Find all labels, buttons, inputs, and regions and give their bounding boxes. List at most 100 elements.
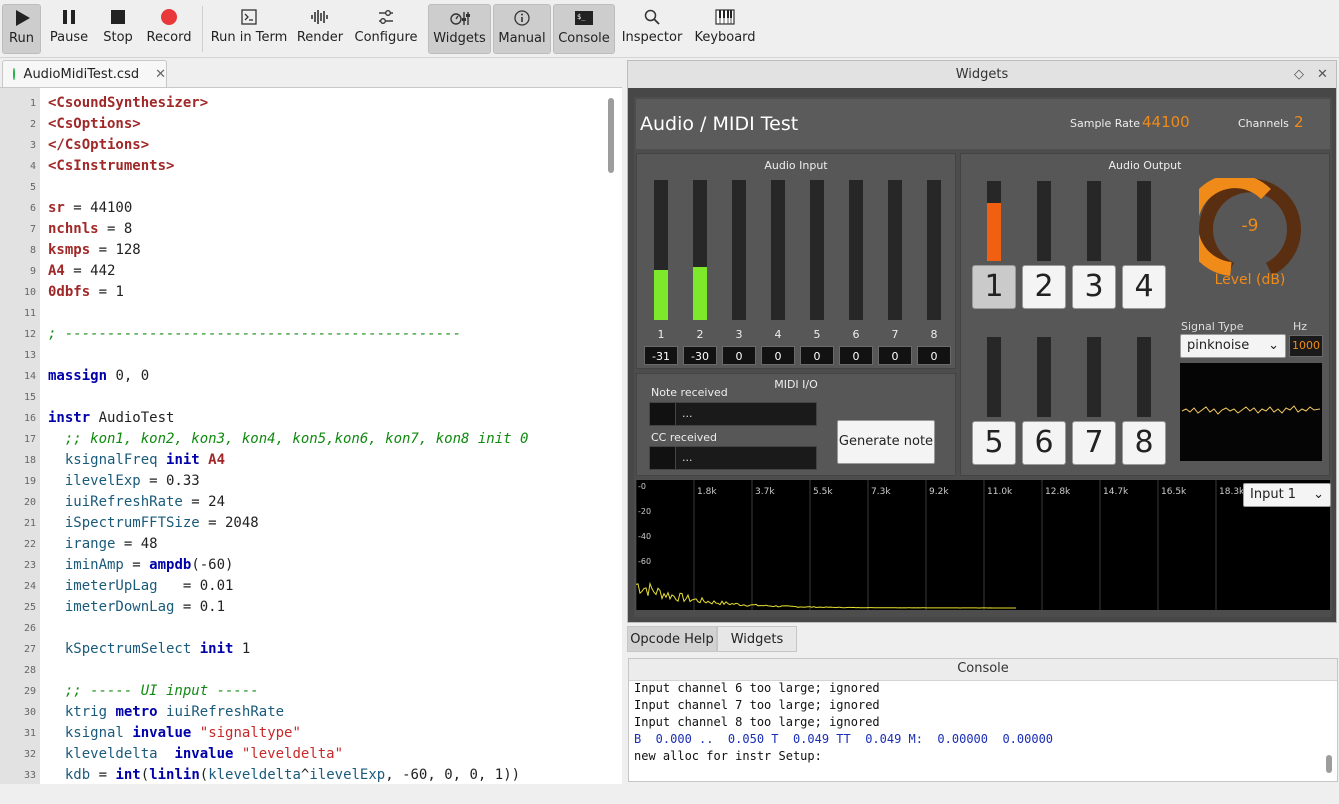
line-number: 23 [23,560,36,571]
line-number: 18 [23,455,36,466]
run-button[interactable]: Run [2,4,41,54]
output-meter [1137,181,1151,261]
pause-icon [48,4,90,30]
terminal-icon [212,4,286,30]
output-channel-button[interactable]: 2 [1022,265,1066,309]
input-channel-label: 5 [813,328,821,341]
input-level-value: -30 [683,346,717,365]
tab-widgets[interactable]: Widgets [717,626,797,652]
code-line: sr = 44100 [48,200,133,216]
code-line: ilevelExp = 0.33 [64,473,200,489]
code-editor[interactable]: 1 2 3 4 5 6 7 8 9 10 11 12 13 14 15 16 17 18 19 20 21 22 23 24 2… [0,87,622,784]
input-level-value: 0 [839,346,873,365]
inspector-button[interactable]: Inspector [622,4,682,54]
output-channel-button[interactable]: 8 [1122,421,1166,465]
console-panel: Console Input channel 6 too large; ignor… [628,658,1338,782]
level-dial-label: Level (dB) [1214,272,1286,288]
piano-keyboard-icon [694,4,756,30]
output-channel-button[interactable]: 3 [1072,265,1116,309]
input-level-value: 0 [878,346,912,365]
code-line: ksmps = 128 [48,242,141,258]
console-button[interactable]: $_ Console [553,4,615,54]
output-meter [1137,337,1151,417]
line-number: 6 [29,203,36,214]
output-channel-button[interactable]: 1 [972,265,1016,309]
line-number: 19 [23,476,36,487]
spectrum-graph: 1.8k 3.7k 5.5k 7.3k 9.2k 11.0k 12.8k 14.7k 16.5k… [635,480,1245,610]
scrollbar-thumb[interactable] [1326,755,1332,773]
console-label: Console [558,31,610,46]
signal-type-select[interactable]: pinknoise ⌄ [1180,334,1286,358]
output-meter [1087,181,1101,261]
line-number: 33 [23,770,36,781]
editor-scrollbar[interactable] [606,90,616,780]
stop-button[interactable]: Stop [100,4,136,54]
spectrum-x-tick: 18.3k [1219,487,1245,497]
output-channel-button[interactable]: 4 [1122,265,1166,309]
run-in-term-button[interactable]: Run in Term [211,4,287,54]
output-meter [1037,337,1051,417]
signal-scope [1180,363,1322,461]
output-channel-button[interactable]: 6 [1022,421,1066,465]
generate-note-button[interactable]: Generate note [837,420,935,464]
configure-button[interactable]: Configure [355,4,418,54]
line-number: 13 [23,350,36,361]
code-line: iuiRefreshRate = 24 [64,494,226,510]
line-number: 17 [23,434,36,445]
tab-opcode-help[interactable]: Opcode Help [627,626,717,652]
widgets-label: Widgets [433,31,486,46]
render-label: Render [296,30,344,45]
signal-type-label: Signal Type [1181,320,1244,333]
console-scrollbar[interactable] [1323,683,1335,779]
line-number: 27 [23,644,36,655]
code-line: instr AudioTest [48,410,175,426]
line-number: 32 [23,749,36,760]
record-button[interactable]: Record [145,4,193,54]
manual-label: Manual [498,31,546,46]
pause-button[interactable]: Pause [48,4,90,54]
code-line: iminAmp = ampdb(-60) [64,557,234,573]
manual-button[interactable]: Manual [493,4,551,54]
editor-tab[interactable]: AudioMidiTest.csd ✕ [2,60,167,87]
line-number: 16 [23,413,36,424]
output-channel-button[interactable]: 7 [1072,421,1116,465]
scrollbar-thumb[interactable] [608,98,614,173]
input-meter [732,180,746,320]
keyboard-button[interactable]: Keyboard [694,4,756,54]
audio-input-group: Audio Input 1 -31 2 -30 3 0 4 0 5 0 6 0 7 0 8 0 [636,153,956,369]
spectrum-input-select[interactable]: Input 1 ⌄ [1243,483,1331,507]
widgets-icon [429,5,490,31]
spectrum-y-tick: -60 [638,557,651,566]
run-label: Run [9,31,34,46]
render-icon [297,4,343,30]
input-meter [654,180,668,320]
close-icon[interactable]: ✕ [155,67,166,82]
record-icon [145,4,193,30]
render-button[interactable]: Render [297,4,343,54]
midi-group: MIDI I/O Note received ... CC received .… [636,373,956,476]
line-number: 21 [23,518,36,529]
float-icon[interactable]: ◇ [1294,61,1304,88]
line-number: 11 [23,308,36,319]
spectrum-x-tick: 7.3k [871,487,891,497]
input-meter [927,180,941,320]
cc-received-label: CC received [651,431,718,444]
close-icon[interactable]: ✕ [1317,61,1328,88]
code-line: massign 0, 0 [48,368,150,384]
line-number: 22 [23,539,36,550]
note-received-display: ... [649,402,817,426]
input-meter [888,180,902,320]
main-toolbar: Run Pause Stop Record Run in Term Render… [0,0,1339,58]
sample-rate-label: Sample Rate [1070,117,1140,130]
line-number: 25 [23,602,36,613]
widgets-button[interactable]: Widgets [428,4,491,54]
code-line: A4 = 442 [48,263,116,279]
channels-value: 2 [1294,113,1304,131]
code-line: kdb = int(linlin(kleveldelta^ilevelExp, … [64,767,521,783]
code-line: <CsoundSynthesizer> [48,95,209,111]
line-number: 31 [23,728,36,739]
output-channel-button[interactable]: 5 [972,421,1016,465]
note-received-label: Note received [651,386,728,399]
svg-text:$_: $_ [577,13,586,21]
frequency-input[interactable]: 1000 [1289,335,1323,357]
